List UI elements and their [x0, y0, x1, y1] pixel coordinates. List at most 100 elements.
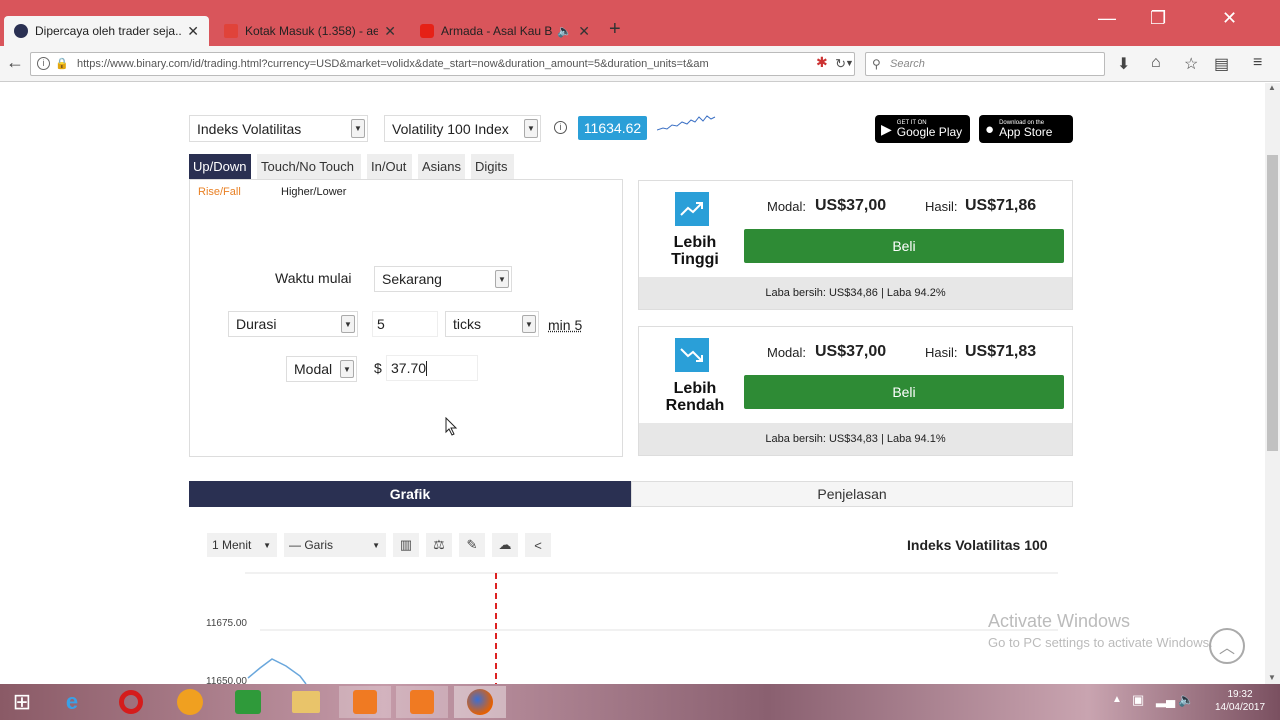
interval-select[interactable]: 1 Menit ▼ — [207, 533, 277, 557]
address-bar[interactable]: i 🔒 https://www.binary.com/id/trading.ht… — [30, 52, 855, 76]
close-tab-icon[interactable]: ✕ — [384, 23, 396, 40]
system-clock[interactable]: 19:32 14/04/2017 — [1205, 688, 1275, 714]
close-tab-icon[interactable]: ✕ — [187, 23, 199, 40]
close-window-button[interactable]: ✕ — [1222, 8, 1237, 29]
browser-tab-binary[interactable]: Dipercaya oleh trader seja... ✕ — [4, 16, 209, 46]
scrollbar-thumb[interactable] — [1267, 155, 1278, 451]
tab-explanation[interactable]: Penjelasan — [631, 481, 1073, 507]
internet-explorer-icon[interactable]: e — [52, 686, 92, 718]
reading-list-icon[interactable]: ▤ — [1214, 54, 1229, 74]
compare-scale-icon[interactable]: ⚖ — [426, 533, 452, 557]
text-cursor — [426, 360, 428, 376]
amount-type-select[interactable]: Modal ▼ — [286, 356, 357, 382]
firefox-icon[interactable] — [454, 686, 506, 718]
duration-amount-input[interactable]: 5 — [372, 311, 438, 337]
play-store-icon: ▶ — [881, 120, 892, 137]
payout-value: US$71,86 — [965, 197, 1037, 214]
apple-icon: ● — [985, 120, 995, 138]
windows-start-icon[interactable]: ⊞ — [2, 686, 42, 718]
profit-info: Laba bersih: US$34,86 | Laba 94.2% — [639, 277, 1072, 309]
tab-touch-no-touch[interactable]: Touch/No Touch — [257, 154, 361, 179]
contract-title-line2: Tinggi — [671, 251, 719, 268]
info-icon[interactable]: i — [554, 121, 567, 134]
stake-value: US$37,00 — [815, 343, 887, 360]
page-scrollbar[interactable]: ▲ ▼ — [1265, 83, 1280, 684]
profit-info: Laba bersih: US$34,83 | Laba 94.1% — [639, 423, 1072, 455]
amount-input[interactable]: 37.70 — [386, 355, 478, 381]
app-store-name: App Store — [999, 125, 1053, 139]
trend-up-icon — [675, 192, 709, 226]
price-chart — [245, 572, 1058, 684]
scroll-up-icon[interactable]: ▲ — [1268, 83, 1276, 92]
download-icon[interactable]: ⬇ — [1117, 54, 1130, 74]
spot-price-badge: 11634.62 — [578, 116, 647, 140]
instrument-select[interactable]: Volatility 100 Index ▼ — [384, 115, 541, 142]
minimize-button[interactable]: — — [1098, 8, 1116, 29]
chevron-down-icon: ▼ — [341, 315, 355, 333]
instrument-value: Volatility 100 Index — [392, 120, 509, 137]
home-icon[interactable]: ⌂ — [1151, 54, 1161, 72]
file-explorer-icon[interactable] — [286, 686, 326, 718]
tab-up-down[interactable]: Up/Down — [189, 154, 251, 179]
chart-style-select[interactable]: — Garis ▼ — [284, 533, 386, 557]
network-signal-icon[interactable]: ▂▄ — [1156, 692, 1175, 708]
volume-icon[interactable]: 🔈 — [1178, 692, 1194, 708]
tab-label: Kotak Masuk (1.358) - aein... — [245, 24, 379, 38]
indicators-icon[interactable]: ▥ — [393, 533, 419, 557]
capture-shape — [353, 690, 377, 714]
duration-type-select[interactable]: Durasi ▼ — [228, 311, 358, 337]
buy-higher-button[interactable]: Beli — [744, 229, 1064, 263]
search-icon: ⚲ — [872, 57, 881, 71]
speaker-icon[interactable]: 🔈 — [557, 24, 572, 38]
app-store-badge[interactable]: ● Download on the App Store — [979, 115, 1073, 143]
media-player-shape — [177, 689, 203, 715]
new-tab-button[interactable]: + — [609, 18, 621, 41]
screen-capture-icon[interactable] — [339, 686, 391, 718]
back-button[interactable]: ← — [6, 52, 24, 73]
stake-label: Modal: — [767, 199, 807, 214]
duration-min-text: min 5 — [548, 317, 583, 333]
tab-chart[interactable]: Grafik — [189, 481, 631, 507]
drawing-pencil-icon[interactable]: ✎ — [459, 533, 485, 557]
close-tab-icon[interactable]: ✕ — [578, 23, 590, 40]
chart-title: Indeks Volatilitas 100 — [907, 537, 1048, 553]
camera-app-icon[interactable] — [396, 686, 448, 718]
maximize-button[interactable]: ❐ — [1150, 8, 1166, 29]
addon-icon[interactable]: ✱ — [816, 54, 828, 71]
bookmark-star-icon[interactable]: ☆ — [1184, 54, 1198, 74]
trend-down-icon — [675, 338, 709, 372]
tab-in-out[interactable]: In/Out — [367, 154, 412, 179]
google-play-badge[interactable]: ▶ GET IT ON Google Play — [875, 115, 970, 143]
market-category-select[interactable]: Indeks Volatilitas ▼ — [189, 115, 368, 142]
download-cloud-icon[interactable]: ☁ — [492, 533, 518, 557]
menu-icon[interactable]: ≡ — [1253, 54, 1262, 72]
scroll-to-top-icon[interactable]: ︿ — [1209, 628, 1245, 664]
opera-ring — [119, 690, 143, 714]
binary-favicon-icon — [14, 24, 28, 38]
addon-menu-icon[interactable]: ▼ — [845, 58, 854, 68]
subtab-rise-fall[interactable]: Rise/Fall — [198, 186, 241, 198]
tray-device-icon[interactable]: ▣ — [1132, 692, 1144, 708]
media-player-icon[interactable] — [170, 686, 210, 718]
buy-lower-button[interactable]: Beli — [744, 375, 1064, 409]
start-time-select[interactable]: Sekarang ▼ — [374, 266, 512, 292]
opera-icon[interactable] — [111, 686, 151, 718]
tab-digits[interactable]: Digits — [471, 154, 514, 179]
stake-label: Modal: — [767, 345, 807, 360]
search-input[interactable]: ⚲ Search — [865, 52, 1105, 76]
tray-expand-icon[interactable]: ▲ — [1112, 694, 1122, 705]
tab-asians[interactable]: Asians — [418, 154, 465, 179]
price-series-line — [247, 658, 307, 684]
share-icon[interactable]: < — [525, 533, 551, 557]
duration-min-label: min 5 — [548, 317, 582, 333]
info-icon[interactable]: i — [37, 57, 50, 70]
browser-tab-youtube[interactable]: Armada - Asal Kau Ba... 🔈 ✕ — [410, 16, 600, 46]
browser-tab-gmail[interactable]: Kotak Masuk (1.358) - aein... ✕ — [214, 16, 406, 46]
scroll-down-icon[interactable]: ▼ — [1268, 673, 1276, 682]
tab-label: Dipercaya oleh trader seja... — [35, 24, 182, 38]
subtab-higher-lower[interactable]: Higher/Lower — [281, 186, 346, 198]
chevron-down-icon: ▼ — [524, 119, 538, 138]
duration-unit-select[interactable]: ticks ▼ — [445, 311, 539, 337]
contract-title: Lebih Tinggi — [655, 234, 735, 268]
spreadsheet-app-icon[interactable] — [228, 686, 268, 718]
